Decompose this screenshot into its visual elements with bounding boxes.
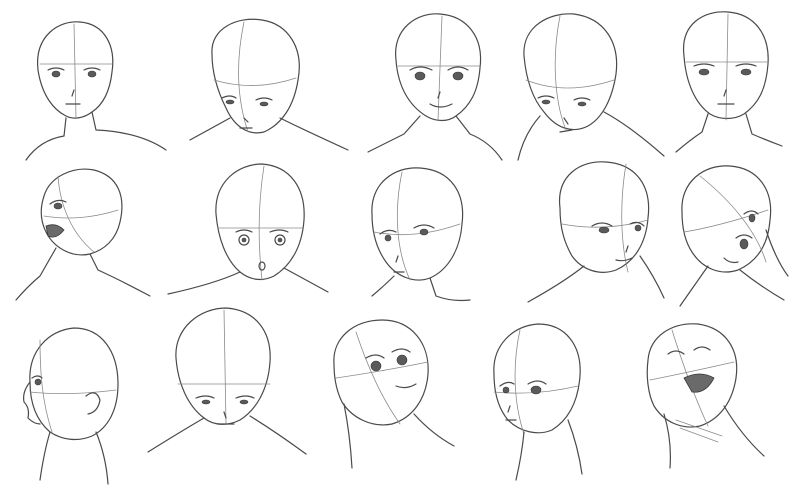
head-sketch-front-down-lowered — [147, 307, 307, 455]
head-sketch-front-calm — [25, 21, 167, 161]
head-sketch-tilted-up — [679, 165, 789, 307]
head-sketch-three-quarter-down — [189, 18, 349, 151]
head-sketch-three-quarter-calm — [371, 167, 471, 302]
head-sketch-front-smile — [367, 13, 503, 161]
head-sketch-up-smile — [333, 319, 455, 469]
head-sketch-three-quarter-down-2 — [517, 13, 665, 161]
head-sketch-up-laughing — [646, 323, 765, 469]
head-sketch-three-quarter-calm-2 — [493, 323, 583, 481]
head-sketch-front-down-surprised — [167, 163, 329, 295]
head-sketch-three-quarter-smirk — [527, 161, 665, 303]
head-sketch-profile — [23, 327, 119, 485]
head-sketch-sheet — [15, 11, 789, 485]
head-sketch-up-open-mouth — [15, 168, 151, 301]
head-sketch-front-calm-2 — [675, 11, 783, 153]
